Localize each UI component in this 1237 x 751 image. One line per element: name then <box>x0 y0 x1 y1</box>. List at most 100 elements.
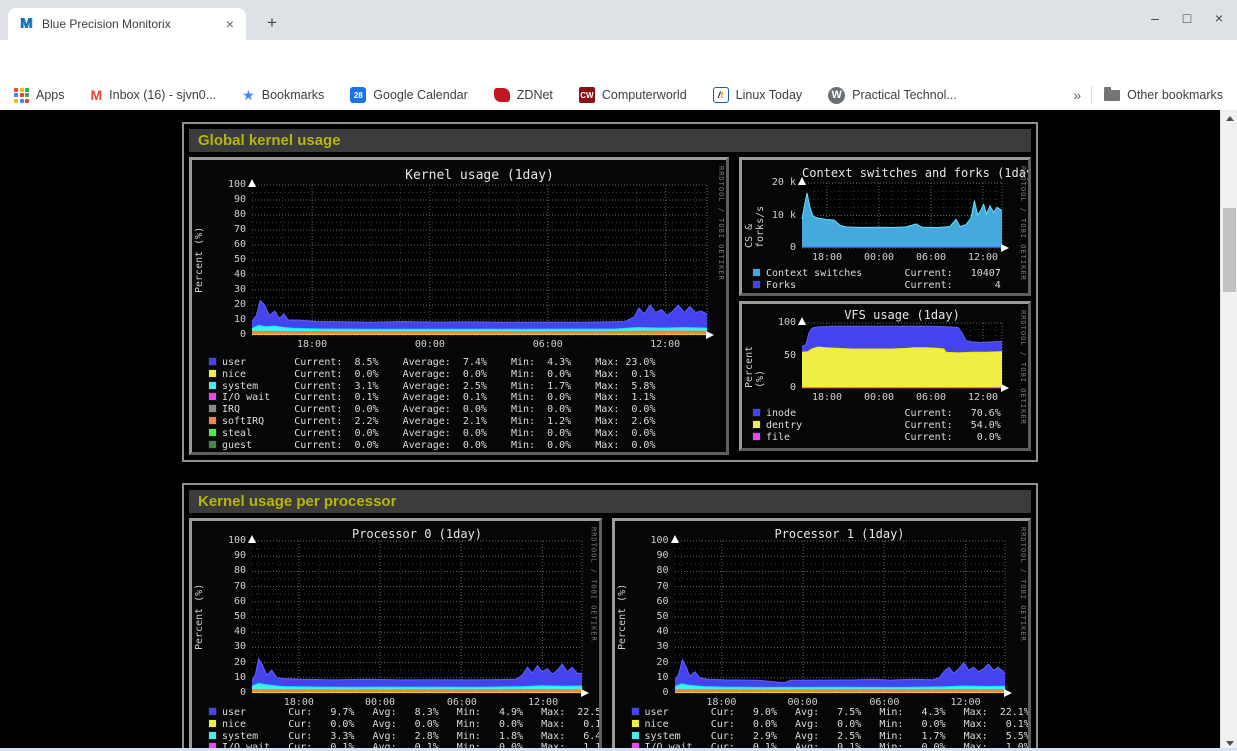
chart-title: Processor 1 (1day) <box>675 527 1005 541</box>
rrdtool-watermark: RRDTOOL / TOBI OETIKER <box>1019 166 1027 281</box>
y-tick-label: 100 <box>635 535 669 546</box>
bookmark-linux-today[interactable]: /t Linux Today <box>713 87 803 103</box>
legend-swatch <box>752 408 761 417</box>
legend-row: dentry Current: 54.0% <box>752 420 1001 432</box>
tab-monitorix[interactable]: M Blue Precision Monitorix × <box>8 8 246 40</box>
legend-swatch <box>208 719 217 728</box>
legend-swatch <box>752 280 761 289</box>
x-tick-label: 12:00 <box>961 252 1005 263</box>
y-tick-label: 70 <box>212 581 246 592</box>
x-tick-label: 00:00 <box>857 252 901 263</box>
x-axis-arrow-icon <box>706 331 714 339</box>
new-tab-button[interactable]: + <box>260 12 284 36</box>
wordpress-icon: W <box>828 87 845 104</box>
computerworld-icon: CW <box>579 87 595 103</box>
legend-swatch <box>208 369 217 378</box>
minimize-icon[interactable]: – <box>1147 10 1163 26</box>
chart-legend: user Cur: 9.0% Avg: 7.5% Min: 4.3% Max: … <box>631 707 1030 751</box>
processor0-graph[interactable]: Processor 0 (1day)Percent (%)01020304050… <box>189 518 602 751</box>
y-tick-label: 0 <box>212 687 246 698</box>
scroll-up-icon[interactable] <box>1221 110 1237 126</box>
y-tick-label: 10 <box>212 314 246 325</box>
kernel-usage-graph[interactable]: Kernel usage (1day)Percent (%)0102030405… <box>189 157 729 455</box>
y-tick-label: 20 k <box>762 177 796 188</box>
browser-window: M Blue Precision Monitorix × + – □ × ← →… <box>0 0 1237 751</box>
bookmark-computerworld[interactable]: CW Computerworld <box>579 87 687 103</box>
bookmarks-overflow-icon[interactable]: » <box>1073 87 1081 103</box>
chart-title: VFS usage (1day) <box>802 308 1002 322</box>
legend-row: Forks Current: 4 <box>752 280 1001 292</box>
window-controls: – □ × <box>1147 10 1227 26</box>
y-tick-label: 0 <box>635 687 669 698</box>
rrdtool-watermark: RRDTOOL / TOBI OETIKER <box>1019 310 1027 425</box>
bookmark-zdnet[interactable]: ZDNet <box>494 88 553 102</box>
chart-legend: user Current: 8.5% Average: 7.4% Min: 4.… <box>208 357 655 451</box>
x-axis-arrow-icon <box>1001 384 1009 392</box>
linux-today-icon: /t <box>713 87 729 103</box>
monitorix-content: Global kernel usage Kernel usage (1day)P… <box>182 122 1038 751</box>
y-tick-label: 50 <box>212 611 246 622</box>
bookmark-inbox[interactable]: M Inbox (16) - sjvn0... <box>91 87 217 103</box>
browser-toolbar: ← → ↻ ⌂ ⓘ localhost:8080/monitorix-cgi/m… <box>0 40 1237 80</box>
x-tick-label: 06:00 <box>526 339 570 350</box>
y-tick-label: 40 <box>212 269 246 280</box>
legend-swatch <box>752 268 761 277</box>
close-window-icon[interactable]: × <box>1211 10 1227 26</box>
x-tick-label: 06:00 <box>909 252 953 263</box>
chart-legend: Context switches Current: 10407Forks Cur… <box>752 268 1001 292</box>
x-tick-label: 00:00 <box>408 339 452 350</box>
legend-row: IRQ Current: 0.0% Average: 0.0% Min: 0.0… <box>208 404 655 416</box>
y-tick-label: 50 <box>635 611 669 622</box>
legend-swatch <box>631 719 640 728</box>
gmail-icon: M <box>91 87 103 103</box>
legend-row: softIRQ Current: 2.2% Average: 2.1% Min:… <box>208 416 655 428</box>
bookmark-google-calendar[interactable]: 28 Google Calendar <box>350 87 468 103</box>
legend-row: user Cur: 9.7% Avg: 8.3% Min: 4.9% Max: … <box>208 707 602 719</box>
y-tick-label: 80 <box>635 565 669 576</box>
y-tick-label: 20 <box>212 657 246 668</box>
legend-swatch <box>208 416 217 425</box>
chart-canvas <box>675 541 1005 693</box>
legend-row: system Current: 3.1% Average: 2.5% Min: … <box>208 381 655 393</box>
maximize-icon[interactable]: □ <box>1179 10 1195 26</box>
vertical-scrollbar[interactable] <box>1220 110 1237 751</box>
y-tick-label: 0 <box>762 382 796 393</box>
y-tick-label: 90 <box>212 194 246 205</box>
y-tick-label: 30 <box>212 284 246 295</box>
y-axis-label: Percent (%) <box>194 541 205 693</box>
y-tick-label: 0 <box>212 329 246 340</box>
tab-title: Blue Precision Monitorix <box>42 17 222 31</box>
legend-row: system Cur: 2.9% Avg: 2.5% Min: 1.7% Max… <box>631 731 1030 743</box>
y-tick-label: 90 <box>212 550 246 561</box>
chart-title: Processor 0 (1day) <box>252 527 582 541</box>
vfs-usage-graph[interactable]: VFS usage (1day)Percent (%)05010018:0000… <box>739 301 1031 451</box>
rrdtool-watermark: RRDTOOL / TOBI OETIKER <box>1019 527 1027 642</box>
y-tick-label: 10 k <box>762 210 796 221</box>
processor1-graph[interactable]: Processor 1 (1day)Percent (%)01020304050… <box>612 518 1031 751</box>
section-global-kernel: Global kernel usage Kernel usage (1day)P… <box>182 122 1038 462</box>
x-tick-label: 00:00 <box>857 392 901 403</box>
y-tick-label: 10 <box>212 672 246 683</box>
bookmark-bookmarks[interactable]: ★ Bookmarks <box>242 87 324 104</box>
y-tick-label: 100 <box>212 535 246 546</box>
y-tick-label: 10 <box>635 672 669 683</box>
x-tick-label: 12:00 <box>643 339 687 350</box>
apps-shortcut[interactable]: Apps <box>14 88 65 103</box>
rrdtool-watermark: RRDTOOL / TOBI OETIKER <box>717 166 725 281</box>
legend-row: file Current: 0.0% <box>752 432 1001 444</box>
y-tick-label: 80 <box>212 565 246 576</box>
other-bookmarks[interactable]: Other bookmarks <box>1104 88 1223 102</box>
legend-row: user Current: 8.5% Average: 7.4% Min: 4.… <box>208 357 655 369</box>
y-tick-label: 70 <box>635 581 669 592</box>
tab-close-icon[interactable]: × <box>222 16 238 32</box>
legend-swatch <box>752 420 761 429</box>
x-axis-arrow-icon <box>581 689 589 697</box>
bookmark-practical-technology[interactable]: W Practical Technol... <box>828 87 957 104</box>
scrollbar-thumb[interactable] <box>1223 208 1236 292</box>
legend-row: I/O wait Current: 0.1% Average: 0.1% Min… <box>208 392 655 404</box>
context-switches-graph[interactable]: Context switches and forks (1day)CS & fo… <box>739 157 1031 296</box>
y-tick-label: 50 <box>762 350 796 361</box>
y-tick-label: 0 <box>762 242 796 253</box>
legend-swatch <box>631 731 640 740</box>
bookmarks-bar: Apps M Inbox (16) - sjvn0... ★ Bookmarks… <box>0 80 1237 110</box>
